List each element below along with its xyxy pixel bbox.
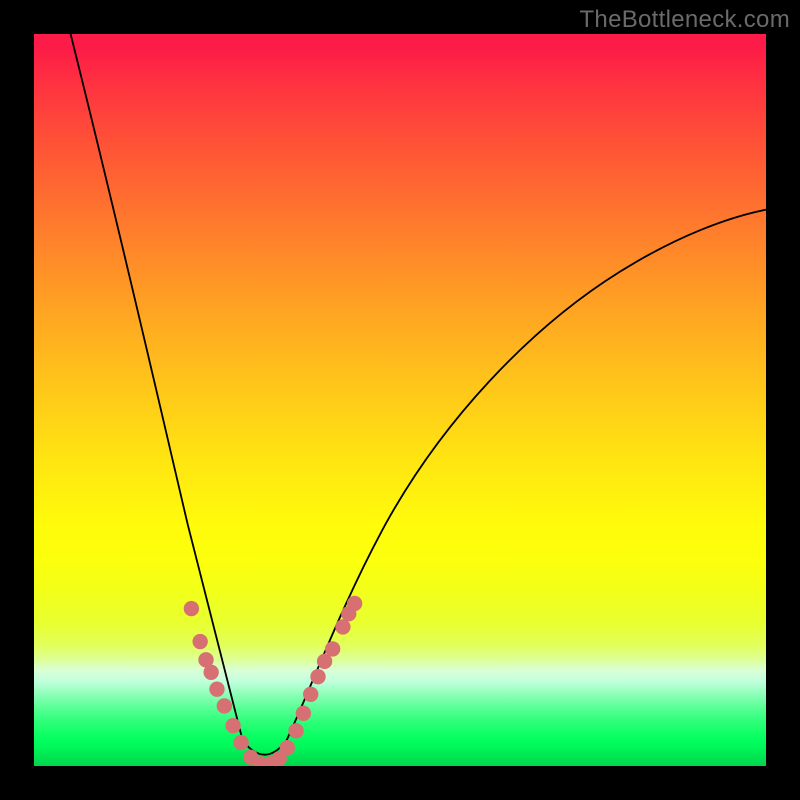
chart-svg xyxy=(34,34,766,766)
chart-plot-area xyxy=(34,34,766,766)
curve-marker xyxy=(225,718,240,733)
curve-marker xyxy=(217,698,232,713)
marker-group xyxy=(184,596,363,766)
bottleneck-curve xyxy=(71,34,766,755)
curve-marker xyxy=(280,740,295,755)
curve-marker xyxy=(325,641,340,656)
curve-marker xyxy=(288,723,303,738)
curve-marker xyxy=(296,706,311,721)
curve-marker xyxy=(233,735,248,750)
curve-marker xyxy=(335,619,350,634)
curve-marker xyxy=(347,596,362,611)
curve-marker xyxy=(209,681,224,696)
chart-frame: TheBottleneck.com xyxy=(0,0,800,800)
curve-marker xyxy=(192,634,207,649)
curve-marker xyxy=(310,669,325,684)
curve-group xyxy=(71,34,766,755)
curve-marker xyxy=(303,687,318,702)
watermark-text: TheBottleneck.com xyxy=(579,6,790,34)
curve-marker xyxy=(184,601,199,616)
curve-marker xyxy=(203,665,218,680)
